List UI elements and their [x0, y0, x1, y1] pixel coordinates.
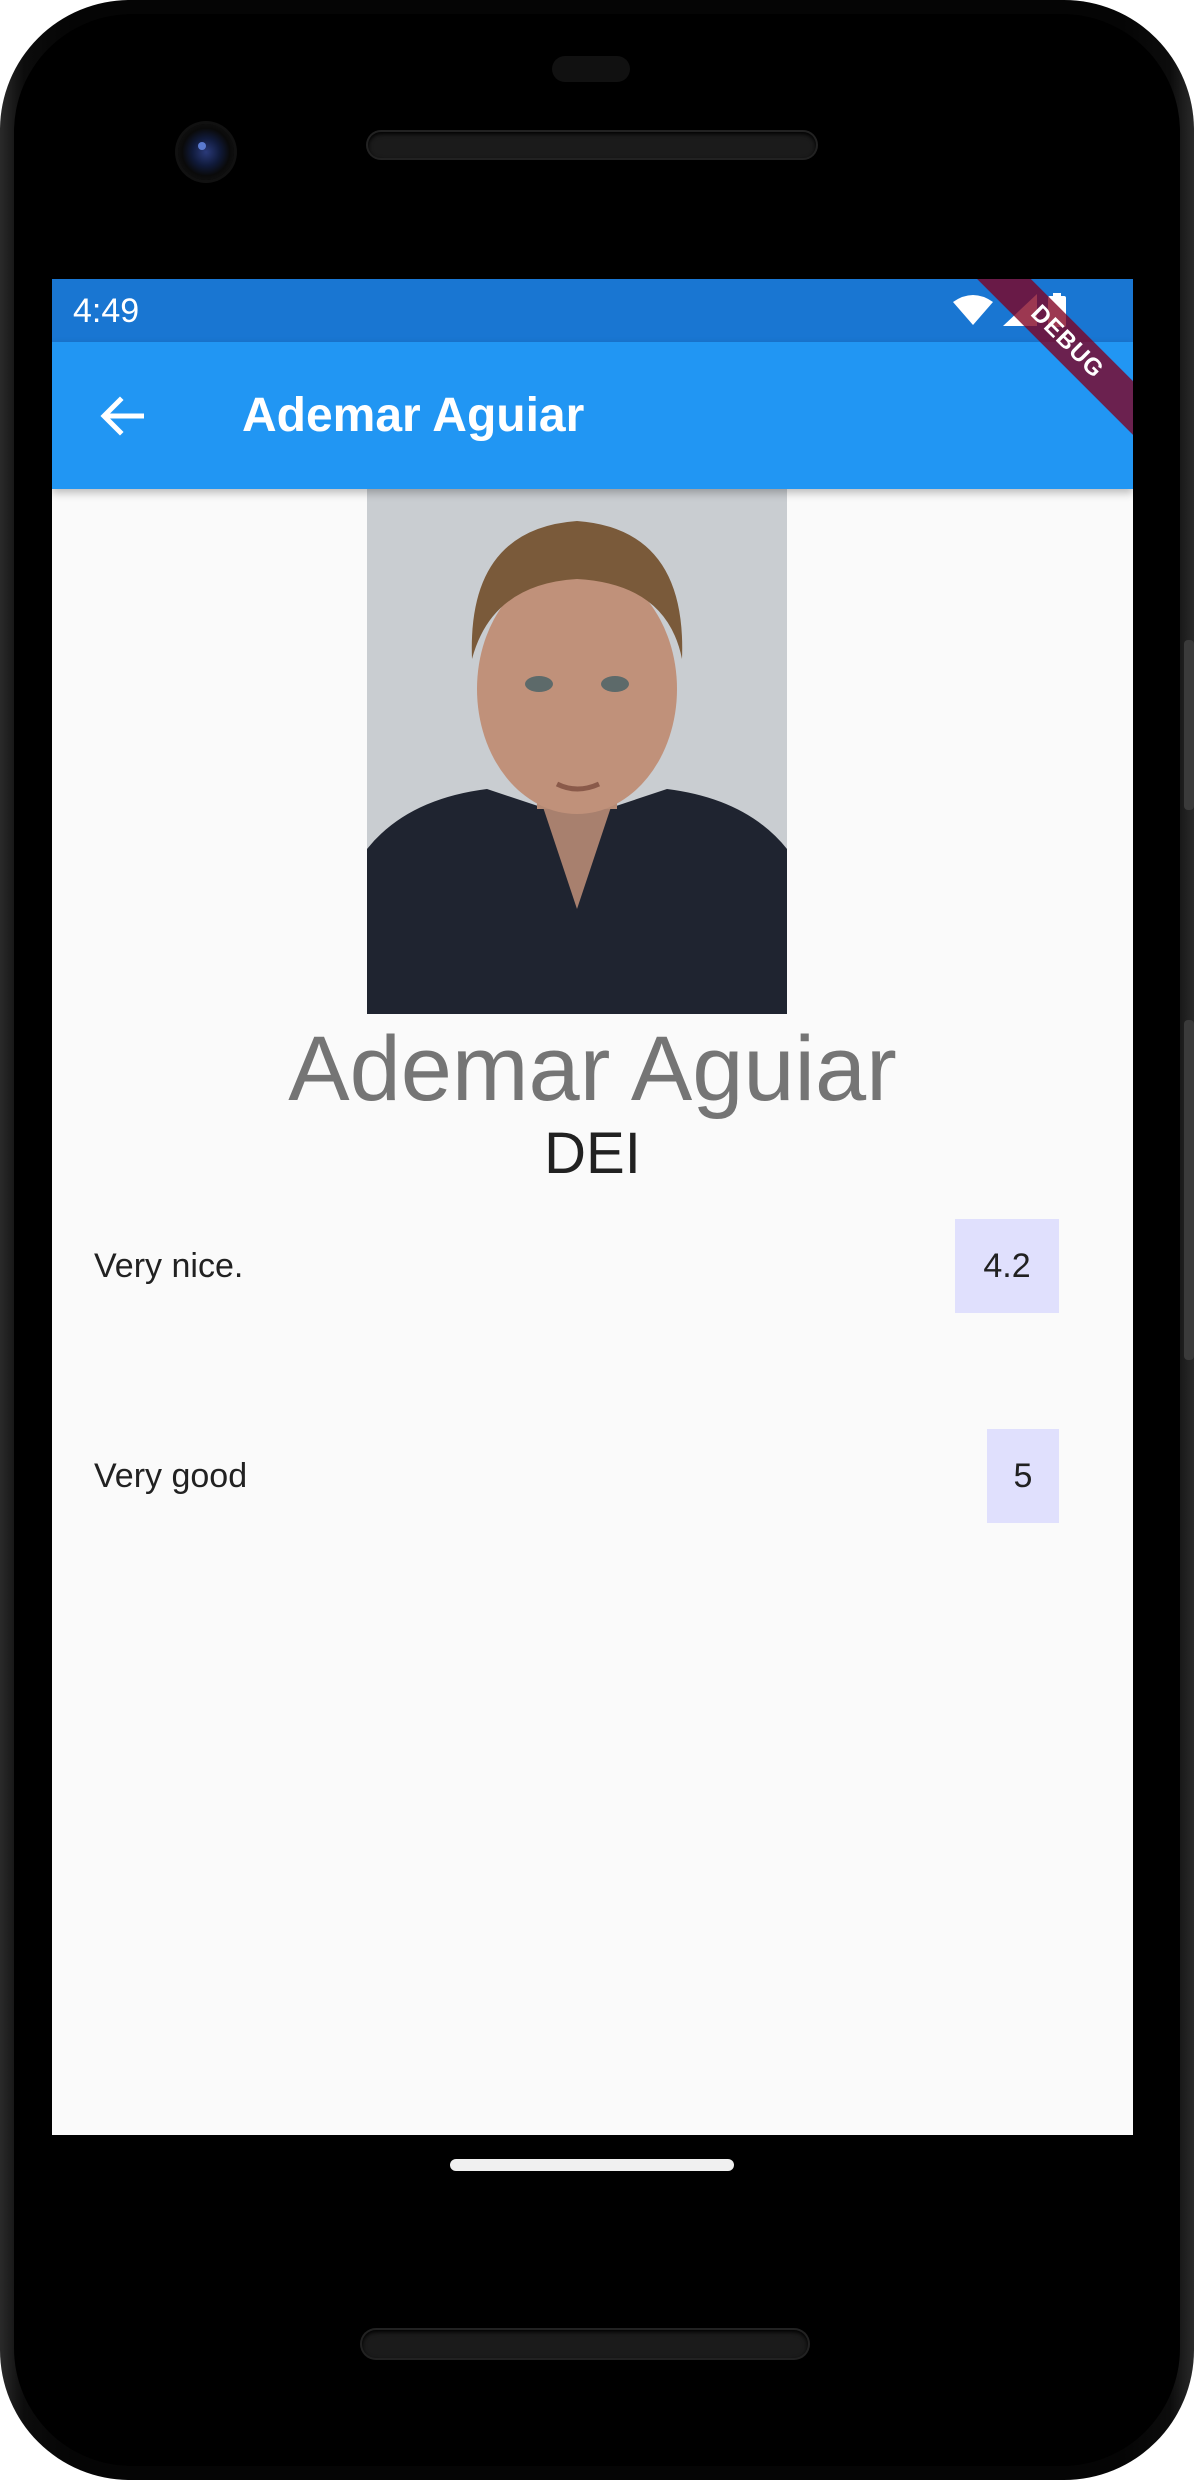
power-button [1184, 640, 1194, 810]
status-bar: 4:49 [52, 279, 1133, 342]
back-button[interactable] [92, 386, 152, 446]
bottom-speaker [362, 2330, 808, 2358]
front-camera [178, 124, 234, 180]
volume-button [1184, 1020, 1194, 1360]
person-department: DEI [544, 1121, 641, 1186]
app-screen: 4:49 Ademar Aguiar DEBUG Ademar Aguiar D… [52, 279, 1133, 2135]
review-score-badge: 4.2 [955, 1219, 1059, 1313]
home-gesture-bar[interactable] [450, 2159, 734, 2171]
review-score-badge: 5 [987, 1429, 1059, 1523]
earpiece-speaker [368, 132, 816, 158]
status-time: 4:49 [73, 292, 140, 330]
profile-photo [367, 489, 787, 1014]
wifi-icon [953, 295, 993, 325]
phone-frame: 4:49 Ademar Aguiar DEBUG Ademar Aguiar D… [0, 0, 1194, 2480]
page-title: Ademar Aguiar [242, 389, 585, 442]
app-bar: Ademar Aguiar [52, 342, 1133, 489]
review-comment: Very good [94, 1457, 248, 1495]
arrow-back-icon [100, 396, 144, 436]
review-comment: Very nice. [94, 1247, 244, 1285]
review-item: Very nice. 4.2 [52, 1219, 1133, 1313]
review-item: Very good 5 [52, 1429, 1133, 1523]
person-name: Ademar Aguiar [288, 1018, 897, 1120]
proximity-sensor [552, 56, 630, 82]
